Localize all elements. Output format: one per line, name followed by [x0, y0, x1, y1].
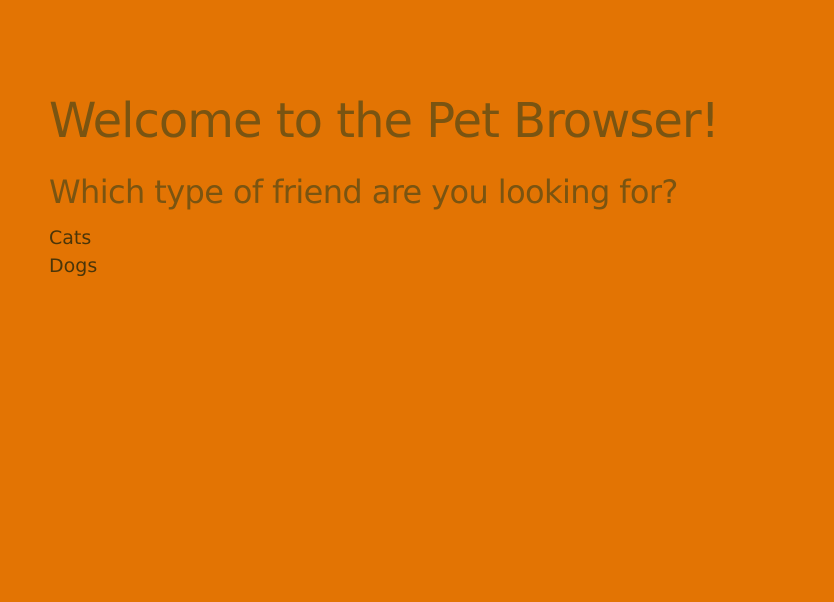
page-subtitle: Which type of friend are you looking for…	[49, 173, 678, 211]
pet-type-list: Cats Dogs	[49, 224, 97, 280]
pet-type-link-dogs[interactable]: Dogs	[49, 252, 97, 280]
pet-type-link-cats[interactable]: Cats	[49, 224, 97, 252]
page-title: Welcome to the Pet Browser!	[49, 93, 720, 149]
